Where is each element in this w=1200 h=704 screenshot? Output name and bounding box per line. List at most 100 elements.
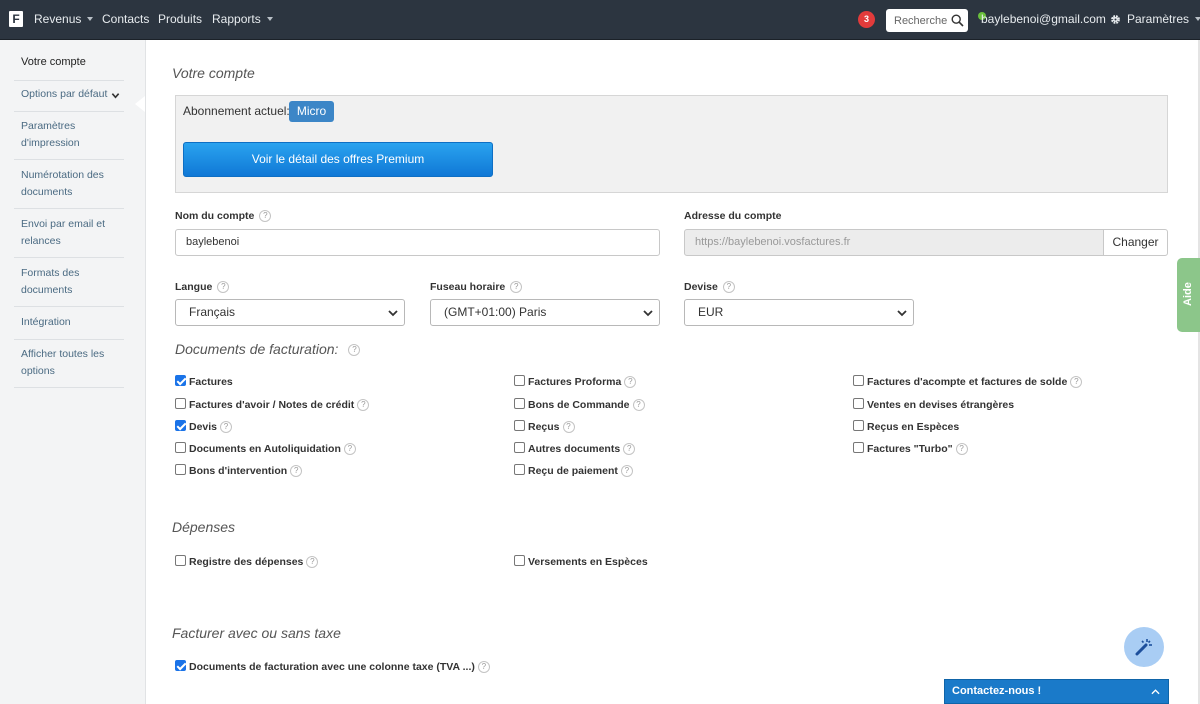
settings-menu[interactable]: Paramètres [1127,0,1200,40]
help-icon[interactable]: ? [348,344,361,357]
checkbox-option[interactable]: Reçus? [514,420,575,434]
help-icon[interactable]: ? [632,399,645,412]
checkbox-option[interactable]: Factures Proforma? [514,375,637,389]
checkbox[interactable] [514,555,525,566]
checkbox[interactable] [853,375,864,386]
account-name-input[interactable]: baylebenoi [175,229,660,256]
sidebar-item-votre-compte[interactable]: Votre compte [14,54,124,81]
checkbox[interactable] [175,375,186,386]
search-input[interactable] [886,9,948,32]
sidebar-item-numerotation[interactable]: Numérotation des documents [14,167,124,209]
help-icon[interactable]: ? [357,399,370,412]
help-icon[interactable]: ? [220,421,233,434]
language-select[interactable]: Français [175,299,405,326]
premium-offers-button[interactable]: Voir le détail des offres Premium [183,142,493,177]
checkbox-option[interactable]: Reçus en Espèces [853,420,959,433]
checkbox-label: Factures [189,376,233,388]
checkbox[interactable] [514,420,525,431]
currency-label: Devise? [684,281,735,294]
checkbox[interactable] [175,398,186,409]
sidebar-item-formats[interactable]: Formats des documents [14,265,124,307]
chevron-down-icon [388,310,398,317]
checkbox[interactable] [514,398,525,409]
checkbox[interactable] [175,464,186,475]
checkbox-option[interactable]: Documents en Autoliquidation? [175,442,356,456]
checkbox-label: Documents de facturation avec une colonn… [189,661,475,673]
checkbox-label: Factures "Turbo" [867,443,953,455]
checkbox-option[interactable]: Factures d'avoir / Notes de crédit? [175,398,370,412]
help-icon[interactable]: ? [722,281,735,294]
checkbox[interactable] [853,398,864,409]
checkbox[interactable] [175,420,186,431]
help-icon[interactable]: ? [343,443,356,456]
sidebar-item-label: Envoi par email et relances [21,218,106,247]
checkbox-option[interactable]: Bons de Commande? [514,398,645,412]
timezone-select[interactable]: (GMT+01:00) Paris [430,299,660,326]
magic-wand-button[interactable] [1124,627,1164,667]
checkbox-option[interactable]: Ventes en devises étrangères [853,398,1014,411]
change-address-button[interactable]: Changer [1103,229,1168,256]
sidebar-item-label: Afficher toutes les options [21,348,105,377]
sidebar-item-label: Options par défaut [21,88,108,100]
nav-revenus[interactable]: Revenus [34,0,94,40]
checkbox[interactable] [514,375,525,386]
help-icon[interactable]: ? [624,376,637,389]
help-icon[interactable]: ? [290,465,303,478]
search-icon[interactable] [951,14,964,27]
help-icon[interactable]: ? [477,661,490,674]
checkbox[interactable] [514,442,525,453]
section-title-text: Documents de facturation: [175,341,339,357]
checkbox-label: Documents en Autoliquidation [189,443,341,455]
checkbox-option[interactable]: Documents de facturation avec une colonn… [175,660,490,674]
checkbox[interactable] [175,660,186,671]
app-logo[interactable]: F [9,11,23,27]
checkbox-option[interactable]: Factures d'acompte et factures de solde? [853,375,1083,389]
help-icon[interactable]: ? [217,281,230,294]
sidebar-item-integration[interactable]: Intégration [14,314,124,340]
sidebar-item-envoi-email[interactable]: Envoi par email et relances [14,216,124,258]
checkbox-label: Devis [189,421,218,433]
checkbox[interactable] [853,420,864,431]
checkbox-option[interactable]: Factures [175,375,233,388]
checkbox-option[interactable]: Registre des dépenses? [175,555,319,569]
checkbox-option[interactable]: Versements en Espèces [514,555,648,568]
help-icon[interactable]: ? [562,421,575,434]
help-icon[interactable]: ? [259,210,272,223]
expenses-title: Dépenses [172,519,236,535]
sidebar-item-label: Paramètres d'impression [21,120,80,149]
help-icon[interactable]: ? [623,443,636,456]
help-icon[interactable]: ? [620,465,633,478]
caret-down-icon [266,16,273,21]
nav-rapports[interactable]: Rapports [212,0,273,40]
nav-contacts[interactable]: Contacts [102,0,149,40]
checkbox-option[interactable]: Bons d'intervention? [175,464,303,478]
caret-down-icon [1195,16,1200,21]
sidebar-item-parametres-impression[interactable]: Paramètres d'impression [14,118,124,160]
help-icon[interactable]: ? [510,281,523,294]
help-icon[interactable]: ? [1070,376,1083,389]
help-icon[interactable]: ? [306,556,319,569]
checkbox[interactable] [853,442,864,453]
sidebar-item-afficher-options[interactable]: Afficher toutes les options [14,346,124,388]
currency-select[interactable]: EUR [684,299,914,326]
help-tab[interactable]: Aide [1177,258,1200,332]
checkbox[interactable] [514,464,525,475]
checkbox-option[interactable]: Autres documents? [514,442,636,456]
checkbox[interactable] [175,555,186,566]
page-title: Votre compte [172,65,255,81]
checkbox[interactable] [175,442,186,453]
help-icon[interactable]: ? [955,443,968,456]
magic-wand-icon [1135,639,1152,656]
checkbox-option[interactable]: Factures "Turbo"? [853,442,968,456]
checkbox-label: Reçus en Espèces [867,421,960,433]
checkbox-option[interactable]: Reçu de paiement? [514,464,633,478]
sidebar-item-options-par-defaut[interactable]: Options par défaut [14,86,124,112]
user-menu[interactable]: baylebenoi@gmail.com [981,0,1118,40]
checkbox-option[interactable]: Devis? [175,420,233,434]
top-navbar: F Revenus Contacts Produits Rapports 3 b… [0,0,1200,40]
nav-produits[interactable]: Produits [158,0,202,40]
notification-badge[interactable]: 3 [858,11,875,28]
account-address-label: Adresse du compte [684,210,782,222]
caret-down-icon [87,16,94,21]
contact-us-bar[interactable]: Contactez-nous ! [944,679,1169,704]
